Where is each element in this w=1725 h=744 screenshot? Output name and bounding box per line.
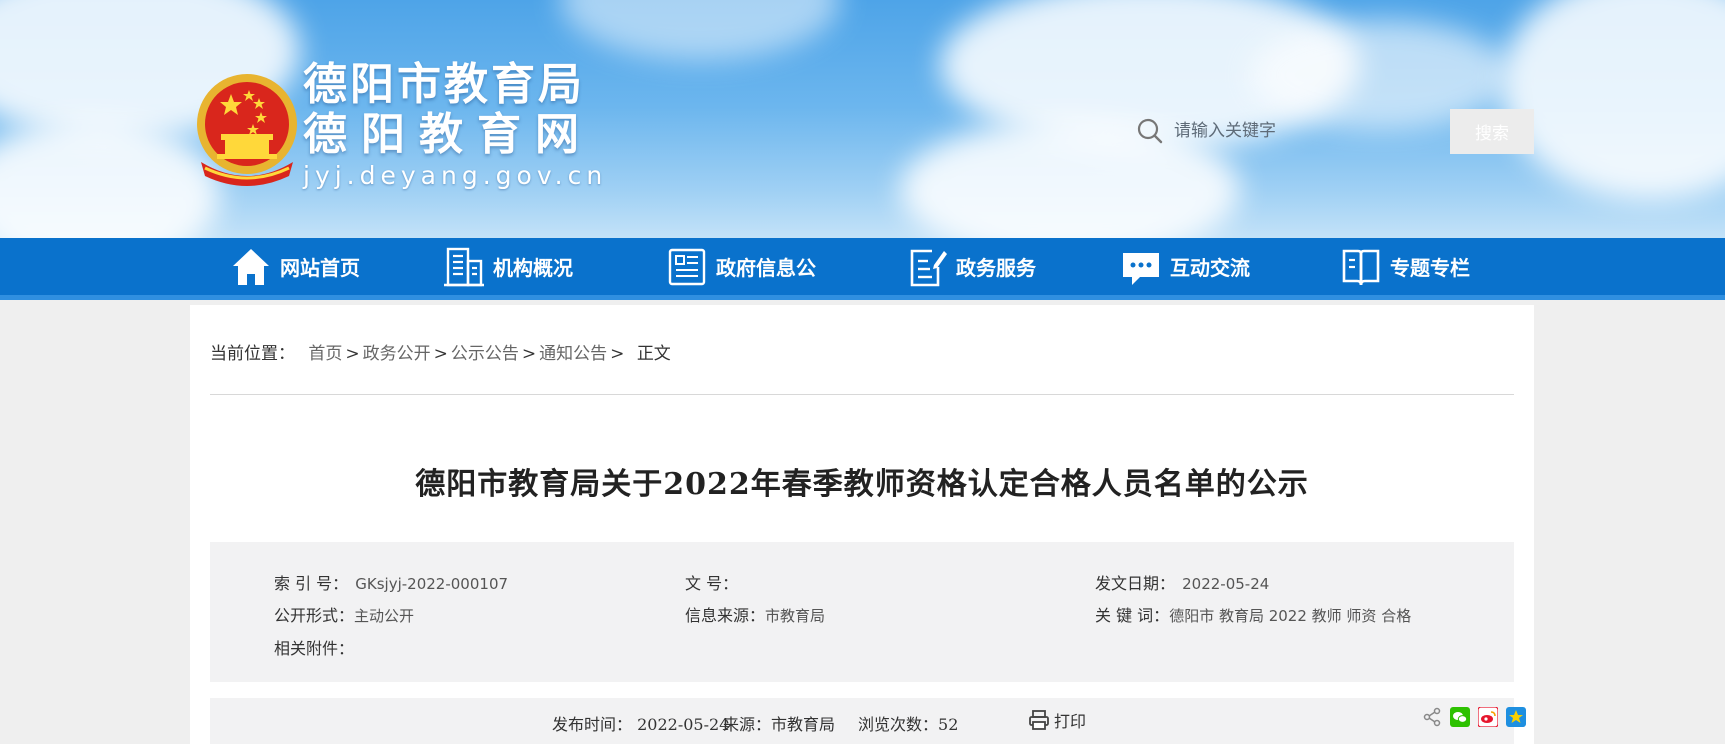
metadata-row: 索 引 号： GKsjyj-2022-000107 文 号： 发文日期： 202… (210, 570, 1514, 594)
document-number-field: 文 号： (685, 570, 738, 594)
site-name-line1: 德阳市教育局 (303, 59, 585, 110)
breadcrumb-separator: > (521, 344, 537, 364)
view-count: 浏览次数：52 (858, 711, 958, 735)
publish-time-label: 发布时间： (552, 715, 633, 734)
nav-item-label: 机构概况 (493, 256, 573, 280)
nav-item-gov-info[interactable]: 政府信息公 (666, 238, 816, 295)
source-label: 来源： (723, 715, 772, 734)
nav-item-interaction[interactable]: 互动交流 (1120, 238, 1250, 295)
edit-document-icon (910, 249, 947, 286)
search-input[interactable] (1174, 121, 1434, 141)
public-form-label: 公开形式： (274, 606, 355, 625)
index-number-value: GKsjyj-2022-000107 (355, 575, 509, 593)
source: 来源：市教育局 (723, 711, 835, 735)
info-source-value: 市教育局 (765, 607, 826, 625)
public-form-value: 主动公开 (354, 607, 415, 625)
printer-icon (1029, 710, 1049, 730)
keywords-field: 关 键 词：德阳市 教育局 2022 教师 师资 合格 (1095, 602, 1411, 626)
cloud-decoration (1500, 0, 1725, 200)
breadcrumb-divider (210, 394, 1514, 395)
breadcrumb-link-notices[interactable]: 通知公告 (539, 344, 607, 364)
site-header: 德阳市教育局 德阳教育网 jyj.deyang.gov.cn 搜索 (0, 0, 1725, 238)
article-info-bar: 发布时间： 2022-05-24 来源：市教育局 浏览次数：52 打印 (210, 698, 1526, 744)
attachments-field: 相关附件： (274, 635, 354, 659)
view-count-label: 浏览次数： (858, 715, 939, 734)
nav-item-label: 政务服务 (956, 256, 1036, 280)
weibo-share-icon[interactable] (1478, 707, 1498, 727)
print-button[interactable]: 打印 (1028, 708, 1086, 732)
search-button[interactable]: 搜索 (1450, 109, 1534, 154)
breadcrumb-link-gov-affairs[interactable]: 政务公开 (363, 344, 431, 364)
qzone-share-icon[interactable] (1506, 707, 1526, 727)
issue-date-field: 发文日期： 2022-05-24 (1095, 570, 1269, 594)
share-buttons (1422, 707, 1526, 727)
site-name-line2: 德阳教育网 (303, 109, 593, 160)
document-number-label: 文 号： (685, 574, 739, 593)
publish-time-value: 2022-05-24 (637, 715, 730, 734)
metadata-row: 公开形式：主动公开 信息来源：市教育局 关 键 词：德阳市 教育局 2022 教… (210, 602, 1514, 626)
breadcrumb-link-home[interactable]: 首页 (308, 344, 342, 364)
breadcrumb-separator: > (433, 344, 448, 364)
nav-item-organization[interactable]: 机构概况 (443, 238, 573, 295)
site-domain: jyj.deyang.gov.cn (303, 161, 608, 190)
share-icon[interactable] (1422, 707, 1442, 727)
breadcrumb-prefix: 当前位置： (210, 344, 295, 364)
info-source-field: 信息来源：市教育局 (685, 602, 825, 626)
info-source-label: 信息来源： (685, 606, 766, 625)
attachments-label: 相关附件： (274, 639, 355, 658)
nav-item-home[interactable]: 网站首页 (230, 238, 360, 295)
breadcrumb: 当前位置： 首页 > 政务公开 > 公示公告 > 通知公告 > 正文 (210, 339, 671, 364)
chat-bubble-icon (1123, 252, 1159, 285)
building-icon (444, 247, 484, 286)
cloud-decoration (0, 120, 220, 238)
wechat-share-icon[interactable] (1450, 707, 1470, 727)
index-number-label: 索 引 号： (274, 574, 349, 593)
breadcrumb-separator: > (345, 344, 360, 364)
search-icon (1137, 118, 1163, 144)
nav-item-label: 网站首页 (280, 256, 360, 280)
nav-item-label: 政府信息公 (716, 256, 816, 280)
metadata-row: 相关附件： (210, 635, 1514, 659)
keywords-value: 德阳市 教育局 2022 教师 师资 合格 (1169, 607, 1412, 625)
view-count-value: 52 (938, 715, 959, 734)
issue-date-value: 2022-05-24 (1182, 575, 1270, 593)
open-book-icon (1342, 249, 1380, 285)
issue-date-label: 发文日期： (1095, 574, 1176, 593)
article-container: 当前位置： 首页 > 政务公开 > 公示公告 > 通知公告 > 正文 德阳市教育局关于2022… (190, 305, 1534, 744)
home-icon (233, 248, 269, 285)
article-title: 德阳市教育局关于2022年春季教师资格认定合格人员名单的公示 (415, 467, 1309, 502)
nav-item-label: 互动交流 (1170, 256, 1250, 280)
document-list-icon (668, 248, 706, 285)
national-emblem-logo (197, 74, 297, 186)
keywords-label: 关 键 词： (1095, 606, 1170, 625)
nav-item-gov-services[interactable]: 政务服务 (906, 238, 1036, 295)
site-title: 德阳市教育局 德阳教育网 jyj.deyang.gov.cn (303, 60, 607, 192)
public-form-field: 公开形式：主动公开 (274, 602, 414, 626)
breadcrumb-link-announcements[interactable]: 公示公告 (451, 344, 519, 364)
print-label: 打印 (1054, 712, 1087, 731)
search-box (1132, 108, 1452, 154)
cloud-decoration (560, 0, 840, 60)
main-nav: 网站首页 机构概况 政府信息公 政务服务 互动交流 专题专栏 (0, 238, 1725, 300)
breadcrumb-current: 正文 (636, 344, 671, 364)
source-value: 市教育局 (771, 715, 836, 734)
nav-item-label: 专题专栏 (1390, 256, 1470, 280)
document-metadata: 索 引 号： GKsjyj-2022-000107 文 号： 发文日期： 202… (210, 542, 1514, 682)
index-number-field: 索 引 号： GKsjyj-2022-000107 (274, 570, 508, 594)
nav-item-special-topics[interactable]: 专题专栏 (1340, 238, 1470, 295)
publish-time: 发布时间： 2022-05-24 (552, 711, 729, 735)
breadcrumb-separator: > (610, 344, 625, 364)
